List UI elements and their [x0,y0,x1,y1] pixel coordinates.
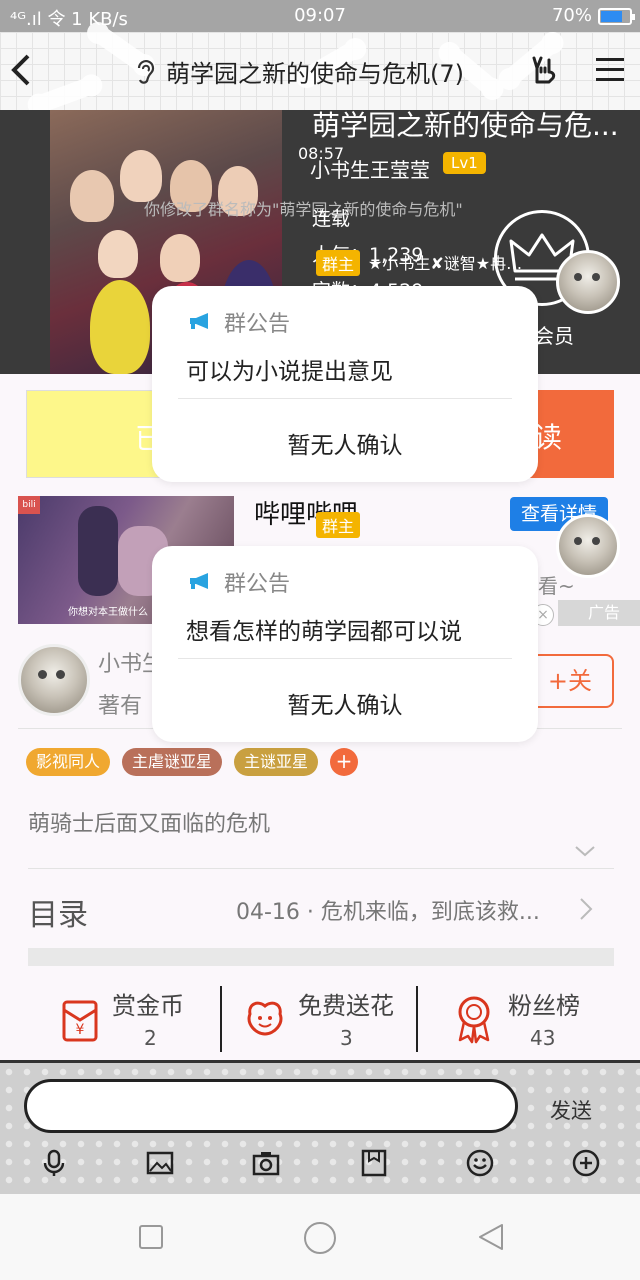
flower-icon [247,1001,283,1036]
top-nav-bar: 萌学园之新的使命与危机(7) [0,23,640,115]
free-flowers-stat[interactable]: 免费送花 3 [242,986,412,1052]
megaphone-icon [190,573,208,589]
ear-icon [137,60,155,84]
toc-label[interactable]: 目录 [28,890,88,934]
reward-coins-stat[interactable]: ¥ 赏金币 2 [56,986,216,1052]
level-badge: Lv1 [443,152,486,174]
announcement-message: 想看怎样的萌学园都可以说 [186,619,462,645]
megaphone-icon [190,313,208,329]
bone-decoration [32,75,98,115]
medal-icon [458,996,490,1044]
send-button[interactable]: 发送 [550,1095,592,1125]
plus-circle-icon[interactable] [572,1149,600,1177]
rock-hand-icon[interactable] [528,52,562,86]
tag-item[interactable]: 影视同人 [26,748,111,776]
recent-apps-icon[interactable] [138,1224,164,1250]
avatar[interactable] [556,250,620,314]
home-icon[interactable] [303,1221,337,1255]
tag-list: 影视同人 主虐谜亚星 主谜亚星 + [26,748,626,778]
divider [416,986,418,1052]
divider [178,658,512,659]
author-works: 著有 [98,694,143,719]
ad-snippet: 看~ [538,574,575,598]
announcement-title: 群公告 [224,312,291,337]
author-avatar[interactable] [18,644,90,716]
battery-percent: 70% [551,5,592,26]
divider [178,398,512,399]
message-input[interactable] [24,1079,518,1133]
avatar[interactable] [556,514,620,578]
fan-ranking-stat[interactable]: 粉丝榜 43 [452,986,612,1052]
back-triangle-icon[interactable] [476,1222,506,1252]
battery-icon [598,8,635,25]
confirm-status[interactable]: 暂无人确认 [152,426,538,460]
add-tag-button[interactable]: + [330,748,358,776]
section-separator [28,948,614,966]
microphone-icon[interactable] [40,1149,68,1177]
announcement-title: 群公告 [224,572,291,597]
hamburger-menu-icon[interactable] [596,58,624,82]
ad-caption: 你想对本王做什么 [68,607,148,618]
svg-text:¥: ¥ [76,1022,85,1038]
group-announcement-popup[interactable]: 群公告 想看怎样的萌学园都可以说 暂无人确认 [152,546,538,742]
tag-item[interactable]: 主虐谜亚星 [122,748,223,776]
chevron-down-icon[interactable] [574,840,596,862]
camera-icon[interactable] [252,1149,280,1177]
bookmark-book-icon[interactable] [360,1149,388,1177]
back-chevron-icon[interactable] [8,50,38,90]
red-envelope-icon: ¥ [62,1000,98,1042]
serial-status: 连载 [312,208,351,230]
chat-input-bar: 发送 [0,1060,640,1194]
divider [28,868,614,869]
book-title: 萌学园之新的使命与危... [312,110,619,142]
divider [220,986,222,1052]
system-message: 你修改了群名称为"萌学园之新的使命与危机" [144,200,463,219]
emoji-icon[interactable] [466,1149,494,1177]
system-nav-bar [0,1194,640,1280]
group-announcement-popup[interactable]: 群公告 可以为小说提出意见 暂无人确认 [152,286,538,482]
bili-logo-icon: bili [18,496,40,514]
vip-label: 会员 [534,324,574,348]
announcement-message: 可以为小说提出意见 [186,359,393,385]
confirm-status[interactable]: 暂无人确认 [152,686,538,720]
image-icon[interactable] [146,1149,174,1177]
latest-chapter[interactable]: 04-16 · 危机来临，到底该救... [236,894,540,926]
owner-badge: 群主 [316,512,361,538]
book-description: 萌骑士后面又面临的危机 [28,812,271,837]
ad-label: 广告 [558,600,640,626]
page-title: 萌学园之新的使命与危机(7) [166,60,464,88]
tag-item[interactable]: 主谜亚星 [234,748,319,776]
chevron-right-icon[interactable] [578,896,594,922]
author-name[interactable]: 小书生王莹莹 [310,154,430,183]
owner-badge: 群主 [316,250,361,276]
